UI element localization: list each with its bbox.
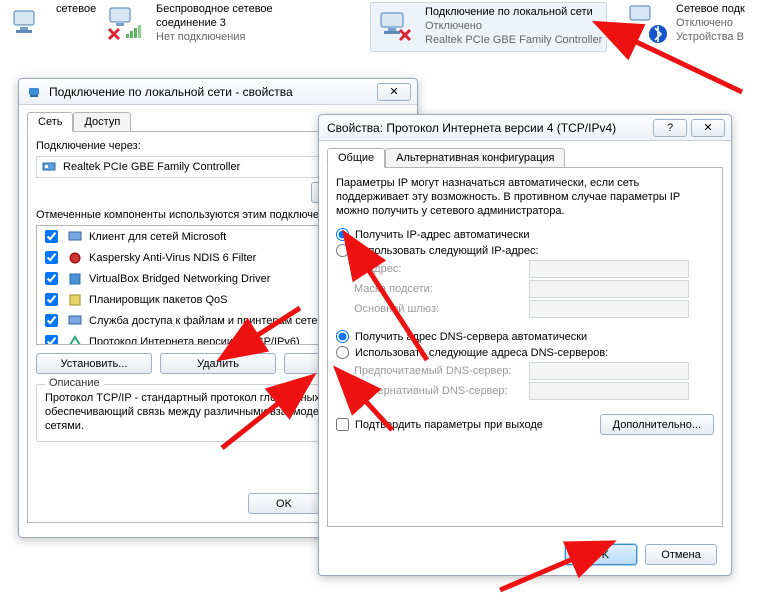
help-icon: ? [667,122,673,134]
net-item-lan[interactable]: Подключение по локальной сети Отключено … [370,2,607,52]
net-title: Сетевое подк [676,2,745,16]
ip-label: IP-адрес: [354,263,529,275]
net-sub2: Realtek PCIe GBE Family Controller [425,33,602,47]
qos-icon [67,292,83,308]
net-title: Беспроводное сетевое соединение 3 [156,2,336,30]
nic-icon [27,84,43,100]
component-checkbox[interactable] [45,335,58,345]
net-sub: Нет подключения [156,30,336,44]
titlebar[interactable]: Свойства: Протокол Интернета версии 4 (T… [319,115,731,141]
close-button[interactable]: ✕ [377,83,411,101]
close-button[interactable]: ✕ [691,119,725,137]
net-title: Подключение по локальной сети [425,5,602,19]
gateway-field [529,300,689,318]
advanced-button[interactable]: Дополнительно... [600,414,714,435]
kaspersky-icon [67,250,83,266]
intro-text: Параметры IP могут назначаться автоматич… [336,176,714,218]
adapter-name: Realtek PCIe GBE Family Controller [63,161,240,173]
ok-button[interactable]: OK [565,544,637,565]
bluetooth-icon [626,2,670,46]
close-icon: ✕ [389,85,398,98]
description-title: Описание [45,377,104,389]
fileshare-icon [67,313,83,329]
adapter-icon [41,159,57,175]
component-label: Планировщик пакетов QoS [89,294,228,306]
dns-manual-radio[interactable] [336,346,349,359]
tab-network[interactable]: Сеть [27,112,73,132]
dns-auto-radio[interactable] [336,330,349,343]
ip-field [529,260,689,278]
dns-auto-label: Получить адрес DNS-сервера автоматически [355,331,587,343]
ip-manual-label: Использовать следующий IP-адрес: [355,245,539,257]
gateway-label: Основной шлюз: [354,303,529,315]
net-item-other[interactable]: сетевое [6,2,96,46]
remove-button[interactable]: Удалить [160,353,276,374]
vbox-icon [67,271,83,287]
component-checkbox[interactable] [45,251,58,264]
dns1-label: Предпочитаемый DNS-сервер: [354,365,529,377]
network-icon [6,2,50,46]
component-checkbox[interactable] [45,230,58,243]
net-item-wifi[interactable]: Беспроводное сетевое соединение 3 Нет по… [106,2,336,46]
component-checkbox[interactable] [45,314,58,327]
tabstrip: Общие Альтернативная конфигурация [327,147,731,167]
titlebar[interactable]: Подключение по локальной сети - свойства… [19,79,417,105]
dns1-field [529,362,689,380]
client-icon [67,229,83,245]
component-checkbox[interactable] [45,272,58,285]
mask-field [529,280,689,298]
ok-button[interactable]: OK [248,493,320,514]
close-icon: ✕ [703,121,712,134]
net-sub1: Отключено [676,16,745,30]
net-sub2: Устройства B [676,30,745,44]
mask-label: Маска подсети: [354,283,529,295]
wireless-icon [106,2,150,46]
tab-alt-config[interactable]: Альтернативная конфигурация [385,148,565,168]
ipv6-icon [67,334,83,346]
component-checkbox[interactable] [45,293,58,306]
window-title: Свойства: Протокол Интернета версии 4 (T… [327,121,616,135]
window-title: Подключение по локальной сети - свойства [49,85,293,99]
dns2-label: Альтернативный DNS-сервер: [354,385,529,397]
validate-label: Подтвердить параметры при выходе [355,419,543,431]
install-button[interactable]: Установить... [36,353,152,374]
cancel-button[interactable]: Отмена [645,544,717,565]
component-label: Протокол Интернета версии 6 (TCP/IPv6) [89,336,300,346]
dns2-field [529,382,689,400]
tab-access[interactable]: Доступ [73,112,131,132]
help-button[interactable]: ? [653,119,687,137]
ip-manual-radio[interactable] [336,244,349,257]
component-label: VirtualBox Bridged Networking Driver [89,273,270,285]
dns-manual-label: Использовать следующие адреса DNS-сервер… [355,347,608,359]
ipv4-properties-window: Свойства: Протокол Интернета версии 4 (T… [318,114,732,576]
ip-auto-radio[interactable] [336,228,349,241]
component-label: Kaspersky Anti-Virus NDIS 6 Filter [89,252,256,264]
tab-general[interactable]: Общие [327,148,385,168]
net-title: сетевое [56,2,96,16]
validate-checkbox[interactable] [336,418,349,431]
ip-auto-label: Получить IP-адрес автоматически [355,229,529,241]
net-item-bt[interactable]: Сетевое подк Отключено Устройства B [626,2,745,46]
lan-icon [375,5,419,49]
net-sub1: Отключено [425,19,602,33]
component-label: Клиент для сетей Microsoft [89,231,226,243]
